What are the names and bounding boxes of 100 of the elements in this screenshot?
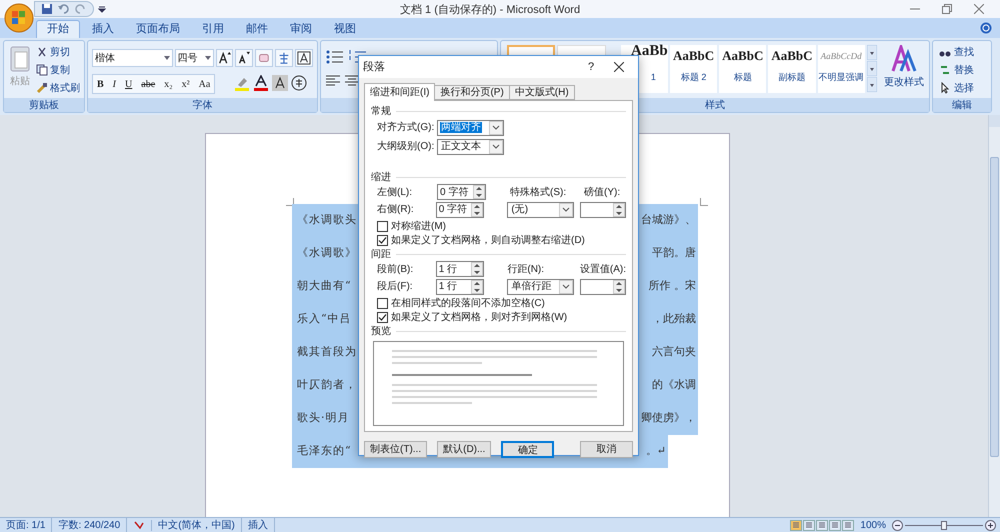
checkbox[interactable] xyxy=(377,312,388,322)
undo-icon[interactable] xyxy=(57,3,71,15)
editing-button[interactable]: 查找 xyxy=(939,44,985,60)
vertical-scrollbar[interactable] xyxy=(988,115,1000,517)
save-icon[interactable] xyxy=(41,3,53,15)
ribbon-tab[interactable]: 开始 xyxy=(36,20,80,38)
spin-arrows-icon[interactable] xyxy=(473,185,485,199)
style-tile[interactable]: AaBbC 标题 2 xyxy=(670,45,718,93)
indent-by-spinner[interactable] xyxy=(580,202,626,218)
restore-icon[interactable] xyxy=(942,4,952,14)
zoom-slider[interactable] xyxy=(905,520,983,530)
dropdown-arrow-icon[interactable] xyxy=(164,56,170,60)
dialog-button[interactable]: 取消 xyxy=(580,441,633,458)
scroll-up-icon[interactable] xyxy=(866,45,877,60)
change-styles-button[interactable]: 更改样式 xyxy=(880,45,927,98)
editing-button[interactable]: 替换 xyxy=(939,62,985,78)
ribbon-tab[interactable]: 视图 xyxy=(324,20,366,38)
font-color-icon[interactable] xyxy=(253,75,269,91)
help-icon[interactable] xyxy=(980,22,992,34)
font-name-dropdown[interactable]: 楷体 xyxy=(92,49,173,67)
checkbox[interactable] xyxy=(377,220,388,232)
dialog-tab[interactable]: 缩进和间距(I) xyxy=(364,83,436,101)
space-after-spinner[interactable]: 1 行 xyxy=(436,278,484,294)
format-button[interactable]: I xyxy=(108,75,120,93)
space-before-spinner[interactable]: 1 行 xyxy=(436,261,484,277)
shrink-font-icon[interactable] xyxy=(235,49,254,67)
line-spacing-value-spinner[interactable] xyxy=(580,278,626,294)
dialog-button[interactable]: 确定 xyxy=(501,441,554,458)
left-indent-spinner[interactable]: 0 字符 xyxy=(437,184,486,200)
spin-arrows-icon[interactable] xyxy=(470,280,483,294)
style-tile[interactable]: AaBbC 副标题 xyxy=(768,45,816,93)
proofing-icon[interactable] xyxy=(133,520,146,530)
font-size-dropdown[interactable]: 四号 xyxy=(174,49,214,67)
checkbox[interactable] xyxy=(377,234,388,246)
ribbon-tab[interactable]: 引用 xyxy=(192,20,234,38)
reading-view-icon[interactable] xyxy=(803,520,816,530)
group-label: 字体 xyxy=(88,98,317,112)
character-shading-icon[interactable] xyxy=(272,75,288,91)
scissors-icon[interactable] xyxy=(36,46,48,58)
style-tile[interactable]: AaBbC 标题 xyxy=(719,45,766,93)
close-icon[interactable] xyxy=(614,62,624,72)
insert-mode[interactable]: 插入 xyxy=(242,518,275,532)
zoom-in-icon[interactable] xyxy=(985,520,996,530)
spin-arrows-icon[interactable] xyxy=(470,262,483,276)
slider-thumb[interactable] xyxy=(941,520,947,530)
format-button[interactable]: abe xyxy=(137,75,160,93)
change-styles-label: 更改样式 xyxy=(884,76,924,90)
bullet-list-icon[interactable] xyxy=(325,49,345,65)
dialog-tab[interactable]: 中文版式(H) xyxy=(508,85,575,100)
grow-font-icon[interactable] xyxy=(216,49,234,67)
spin-arrows-icon[interactable] xyxy=(470,202,483,216)
ribbon-tab[interactable]: 页面布局 xyxy=(126,20,190,38)
copy-icon[interactable] xyxy=(36,64,48,76)
scroll-down-icon[interactable] xyxy=(866,61,877,76)
section-heading: 常规 xyxy=(371,104,391,118)
format-button[interactable]: B xyxy=(93,75,108,93)
format-button[interactable]: Aa xyxy=(194,75,214,93)
style-preview-text: AaBbCcDd xyxy=(820,50,862,63)
format-button[interactable]: x₂ xyxy=(160,75,177,93)
cursor-icon[interactable] xyxy=(939,82,951,94)
ribbon-tab[interactable]: 插入 xyxy=(82,20,124,38)
draft-view-icon[interactable] xyxy=(842,520,854,530)
more-icon[interactable] xyxy=(866,77,877,92)
clipboard-icon[interactable] xyxy=(9,44,31,72)
editing-button[interactable]: 选择 xyxy=(939,80,985,96)
help-button[interactable]: ? xyxy=(578,58,604,76)
brush-icon[interactable] xyxy=(36,82,48,94)
alignment-dropdown[interactable]: 两端对齐 xyxy=(437,120,504,136)
format-button[interactable]: U xyxy=(121,75,136,93)
outline-level-dropdown[interactable]: 正文文本 xyxy=(437,138,504,154)
enclosed-character-icon[interactable] xyxy=(291,75,307,91)
customize-arrow-icon[interactable] xyxy=(98,5,106,13)
paragraph-text: 六言句夹 xyxy=(652,344,696,360)
dialog-tab[interactable]: 换行和分页(P) xyxy=(434,85,510,100)
web-layout-icon[interactable] xyxy=(816,520,828,530)
dialog-button[interactable]: 制表位(T)... xyxy=(364,441,428,458)
special-indent-dropdown[interactable]: (无) xyxy=(507,202,574,218)
spin-arrows-icon[interactable] xyxy=(613,280,625,294)
dialog-button[interactable]: 默认(D)... xyxy=(437,441,492,458)
format-button[interactable]: x² xyxy=(178,75,194,93)
letter-a-icon[interactable] xyxy=(890,45,917,73)
clipboard-button[interactable]: 剪切 xyxy=(36,44,80,60)
line-spacing-dropdown[interactable]: 单倍行距 xyxy=(507,278,574,294)
checkbox[interactable] xyxy=(377,298,388,308)
spin-arrows-icon[interactable] xyxy=(613,202,625,216)
dropdown-arrow-icon[interactable] xyxy=(204,56,211,60)
character-border-icon[interactable] xyxy=(295,49,313,67)
phonetic-guide-icon[interactable] xyxy=(275,49,294,67)
right-indent-spinner[interactable]: 0 字符 xyxy=(436,202,484,218)
style-preview-text: AaBbC xyxy=(672,47,714,65)
clipboard-button[interactable]: 复制 xyxy=(36,62,80,78)
office-button-icon[interactable] xyxy=(4,3,34,33)
ribbon-tab[interactable]: 审阅 xyxy=(280,20,322,38)
outline-view-icon[interactable] xyxy=(829,520,842,530)
ribbon-tab[interactable]: 邮件 xyxy=(236,20,278,38)
style-tile[interactable]: AaBbCcDd 不明显强调 xyxy=(818,45,865,93)
dropdown-value: 正文文本 xyxy=(440,141,482,152)
zoom-out-icon[interactable] xyxy=(892,520,903,530)
clipboard-button[interactable]: 格式刷 xyxy=(36,80,80,96)
print-layout-icon[interactable] xyxy=(790,520,802,530)
